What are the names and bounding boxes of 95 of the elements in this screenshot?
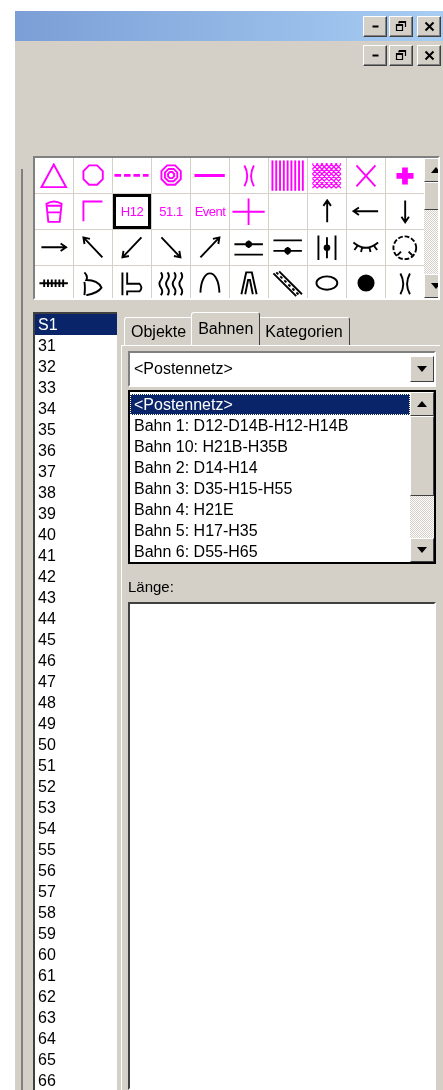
symbol-button[interactable] [269, 230, 307, 265]
symbol-button[interactable] [74, 230, 112, 265]
list-item[interactable]: 33 [35, 377, 117, 398]
list-item[interactable]: 62 [35, 986, 117, 1007]
list-item[interactable]: 51 [35, 755, 117, 776]
symbol-button[interactable] [152, 266, 190, 298]
list-item[interactable]: 59 [35, 923, 117, 944]
list-item[interactable]: 50 [35, 734, 117, 755]
list-item[interactable]: 49 [35, 713, 117, 734]
symbol-button[interactable] [230, 266, 268, 298]
tab[interactable]: Objekte [124, 317, 194, 345]
list-item[interactable]: Bahn 4: H21E [130, 499, 410, 520]
up-arrow-icon [417, 401, 427, 407]
symbol-button[interactable] [347, 266, 385, 298]
list-item[interactable]: Bahn 10: H21B-H35B [130, 436, 410, 457]
tab[interactable]: Bahnen [191, 312, 261, 345]
dropdown-button[interactable] [410, 356, 434, 382]
list-item[interactable]: 66 [35, 1070, 117, 1090]
list-item[interactable]: 45 [35, 629, 117, 650]
minimize-icon [370, 23, 380, 29]
list-item[interactable]: 39 [35, 503, 117, 524]
tab[interactable]: Kategorien [258, 317, 350, 345]
symbol-button[interactable] [35, 230, 73, 265]
symbol-button[interactable] [308, 266, 346, 298]
list-item[interactable]: 38 [35, 482, 117, 503]
symbol-button[interactable] [113, 230, 151, 265]
symbol-button[interactable] [191, 230, 229, 265]
list-item[interactable]: 31 [35, 335, 117, 356]
list-item[interactable]: 56 [35, 860, 117, 881]
list-item[interactable]: 58 [35, 902, 117, 923]
scroll-thumb[interactable] [410, 416, 434, 496]
scrollbar[interactable] [410, 392, 434, 562]
list-item[interactable]: Bahn 3: D35-H15-H55 [130, 478, 410, 499]
symbol-button[interactable] [74, 266, 112, 298]
scroll-down-button[interactable] [410, 538, 434, 562]
restore-button[interactable] [389, 44, 413, 66]
list-item[interactable]: 52 [35, 776, 117, 797]
close-button[interactable] [417, 44, 441, 66]
symbol-button[interactable] [386, 230, 424, 265]
symbol-button[interactable] [152, 230, 190, 265]
up-arrow-icon [431, 167, 438, 173]
symbol-button[interactable] [113, 266, 151, 298]
list-item[interactable]: 32 [35, 356, 117, 377]
symbol-button[interactable] [191, 266, 229, 298]
list-item[interactable]: S1 [35, 314, 117, 335]
course-dropdown[interactable]: <Postennetz> [128, 351, 436, 387]
minimize-button[interactable] [363, 44, 387, 66]
symbol-button[interactable] [35, 266, 73, 298]
close-icon [423, 20, 435, 32]
list-item[interactable]: 34 [35, 398, 117, 419]
symbol-button[interactable] [347, 194, 385, 229]
down-arrow-icon [417, 547, 427, 553]
list-item[interactable]: <Postennetz> [130, 394, 410, 415]
list-item[interactable]: 36 [35, 440, 117, 461]
list-item[interactable]: 60 [35, 944, 117, 965]
symbol-button[interactable] [347, 230, 385, 265]
list-item[interactable]: Bahn 2: D14-H14 [130, 457, 410, 478]
list-item[interactable]: 64 [35, 1028, 117, 1049]
symbol-button[interactable] [230, 230, 268, 265]
close-button[interactable] [417, 15, 441, 37]
dropdown-value: <Postennetz> [134, 360, 234, 378]
list-item[interactable]: 43 [35, 587, 117, 608]
length-label: Länge: [128, 578, 175, 597]
list-item[interactable]: 35 [35, 419, 117, 440]
restore-icon [395, 20, 407, 32]
restore-icon [395, 49, 407, 61]
symbol-button[interactable] [308, 194, 346, 229]
list-item[interactable]: 65 [35, 1049, 117, 1070]
scroll-up-button[interactable] [410, 392, 434, 416]
list-item[interactable]: 55 [35, 839, 117, 860]
list-item[interactable]: 61 [35, 965, 117, 986]
list-item[interactable]: 54 [35, 818, 117, 839]
minimize-icon [370, 52, 380, 58]
list-item[interactable]: 41 [35, 545, 117, 566]
list-item[interactable]: 63 [35, 1007, 117, 1028]
list-item[interactable]: 40 [35, 524, 117, 545]
list-item[interactable]: Bahn 5: H17-H35 [130, 520, 410, 541]
down-arrow-icon [431, 283, 438, 289]
list-item[interactable]: 44 [35, 608, 117, 629]
down-arrow-icon [417, 366, 427, 372]
list-item[interactable]: Bahn 6: D55-H65 [130, 541, 410, 562]
list-item[interactable]: 37 [35, 461, 117, 482]
list-item[interactable]: 42 [35, 566, 117, 587]
minimize-button[interactable] [363, 15, 387, 37]
restore-button[interactable] [389, 15, 413, 37]
list-item[interactable]: 48 [35, 692, 117, 713]
list-item[interactable]: 53 [35, 797, 117, 818]
list-item[interactable]: Bahn 1: D12-D14B-H12-H14B [130, 415, 410, 436]
list-item[interactable]: 46 [35, 650, 117, 671]
symbol-button[interactable] [308, 230, 346, 265]
symbol-button[interactable] [386, 266, 424, 298]
list-item[interactable]: 57 [35, 881, 117, 902]
close-icon [423, 49, 435, 61]
list-item[interactable]: 47 [35, 671, 117, 692]
symbol-button[interactable] [386, 194, 424, 229]
